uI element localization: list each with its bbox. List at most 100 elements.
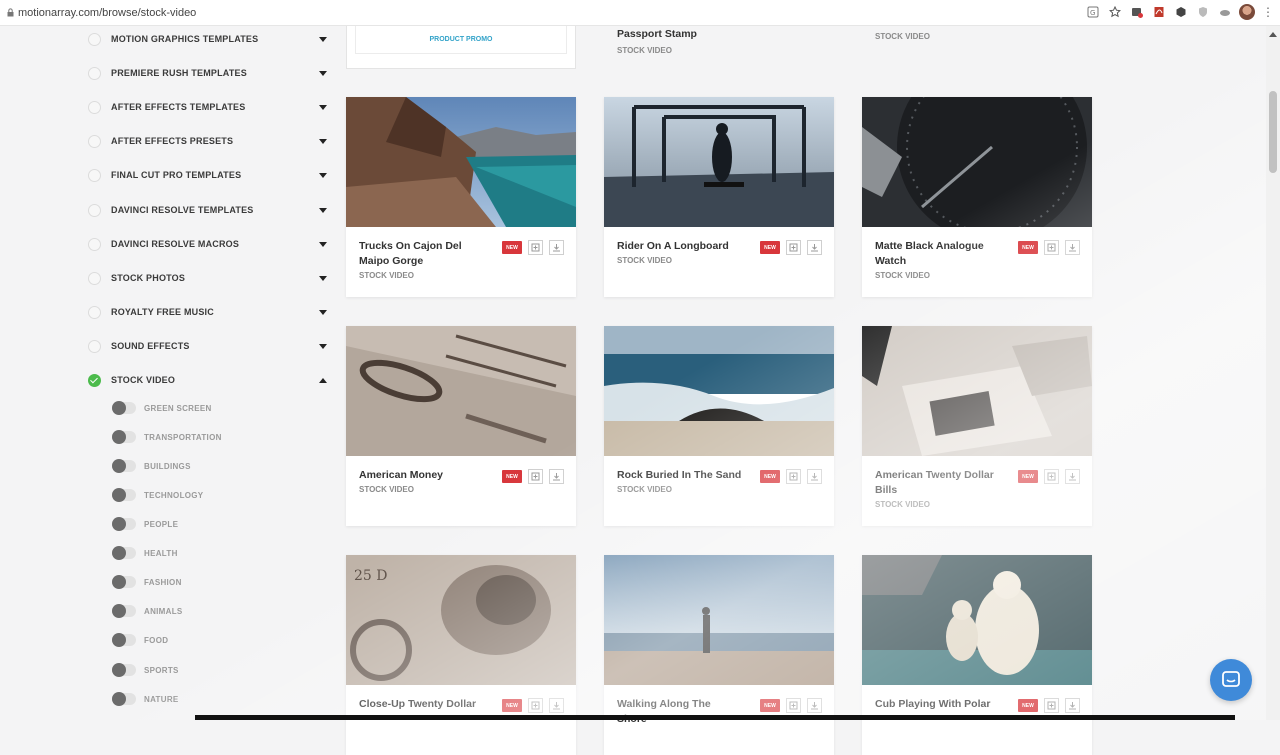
translate-icon[interactable]: G <box>1085 5 1100 20</box>
category-sound-effects[interactable]: SOUND EFFECTS <box>88 336 328 356</box>
toggle-switch[interactable] <box>112 604 136 618</box>
chevron-down-icon[interactable] <box>319 241 327 247</box>
card-title[interactable]: Cub Playing With Polar <box>875 697 1000 712</box>
video-thumbnail[interactable] <box>604 326 834 456</box>
category-radio[interactable] <box>88 203 101 217</box>
subcategory-health[interactable]: HEALTH <box>112 544 312 562</box>
toggle-switch[interactable] <box>112 488 136 502</box>
add-to-collection-button[interactable] <box>786 240 801 255</box>
add-to-collection-button[interactable] <box>528 469 543 484</box>
download-button[interactable] <box>549 469 564 484</box>
toggle-switch[interactable] <box>112 575 136 589</box>
download-button[interactable] <box>807 698 822 713</box>
download-button[interactable] <box>1065 469 1080 484</box>
video-card[interactable]: Cub Playing With Polar NEW <box>862 555 1092 755</box>
cube-icon[interactable] <box>1173 5 1188 20</box>
add-to-collection-button[interactable] <box>1044 240 1059 255</box>
category-stock-video[interactable]: STOCK VIDEO <box>88 370 328 390</box>
chevron-down-icon[interactable] <box>319 309 327 315</box>
video-card[interactable]: Matte Black Analogue Watch STOCK VIDEO N… <box>862 97 1092 297</box>
download-button[interactable] <box>807 469 822 484</box>
add-to-collection-button[interactable] <box>1044 698 1059 713</box>
category-radio[interactable] <box>88 237 101 251</box>
chevron-up-icon[interactable] <box>319 377 327 383</box>
card-title[interactable]: Rock Buried In The Sand <box>617 468 742 483</box>
download-button[interactable] <box>807 240 822 255</box>
toggle-switch[interactable] <box>112 401 136 415</box>
add-to-collection-button[interactable] <box>528 240 543 255</box>
toggle-switch[interactable] <box>112 430 136 444</box>
toggle-switch[interactable] <box>112 546 136 560</box>
download-button[interactable] <box>549 240 564 255</box>
category-premiere-rush-templates[interactable]: PREMIERE RUSH TEMPLATES <box>88 63 328 83</box>
video-card[interactable]: Walking Along The Shore NEW <box>604 555 834 755</box>
video-card[interactable]: Rider On A Longboard STOCK VIDEO NEW <box>604 97 834 297</box>
category-radio[interactable] <box>88 66 101 80</box>
video-card[interactable]: 25 D Close-Up Twenty Dollar NEW <box>346 555 576 755</box>
pdf-icon[interactable] <box>1151 5 1166 20</box>
card-title[interactable]: American Money <box>359 468 484 483</box>
subcategory-food[interactable]: FOOD <box>112 631 312 649</box>
card-title[interactable]: Passport Stamp <box>617 28 697 40</box>
chevron-down-icon[interactable] <box>319 343 327 349</box>
category-radio[interactable] <box>88 305 101 319</box>
scrollbar-thumb[interactable] <box>1269 91 1277 173</box>
video-thumbnail[interactable]: 25 D <box>346 555 576 685</box>
chevron-down-icon[interactable] <box>319 275 327 281</box>
profile-avatar[interactable] <box>1239 4 1255 20</box>
subcategory-technology[interactable]: TECHNOLOGY <box>112 486 312 504</box>
chevron-down-icon[interactable] <box>319 104 327 110</box>
video-card[interactable]: Trucks On Cajon Del Maipo Gorge STOCK VI… <box>346 97 576 297</box>
card-title[interactable]: Walking Along The Shore <box>617 697 742 727</box>
card-title[interactable]: Matte Black Analogue Watch <box>875 239 1000 269</box>
checkmark-icon[interactable] <box>88 373 101 387</box>
add-to-collection-button[interactable] <box>786 698 801 713</box>
category-radio[interactable] <box>88 339 101 353</box>
subcategory-sports[interactable]: SPORTS <box>112 661 312 679</box>
add-to-collection-button[interactable] <box>1044 469 1059 484</box>
url-text[interactable]: motionarray.com/browse/stock-video <box>18 7 196 19</box>
subcategory-animals[interactable]: ANIMALS <box>112 602 312 620</box>
toggle-switch[interactable] <box>112 517 136 531</box>
subcategory-fashion[interactable]: FASHION <box>112 573 312 591</box>
product-promo-card[interactable]: PRODUCT PROMO <box>346 26 576 69</box>
video-card[interactable]: Rock Buried In The Sand STOCK VIDEO NEW <box>604 326 834 526</box>
shield-icon[interactable] <box>1195 5 1210 20</box>
video-card[interactable]: American Twenty Dollar Bills STOCK VIDEO… <box>862 326 1092 526</box>
star-icon[interactable] <box>1107 5 1122 20</box>
chevron-down-icon[interactable] <box>319 138 327 144</box>
category-motion-graphics-templates[interactable]: MOTION GRAPHICS TEMPLATES <box>88 29 328 49</box>
subcategory-nature[interactable]: NATURE <box>112 690 312 708</box>
video-thumbnail[interactable] <box>862 555 1092 685</box>
category-royalty-free-music[interactable]: ROYALTY FREE MUSIC <box>88 302 328 322</box>
download-button[interactable] <box>1065 240 1080 255</box>
category-after-effects-templates[interactable]: AFTER EFFECTS TEMPLATES <box>88 97 328 117</box>
chevron-down-icon[interactable] <box>319 70 327 76</box>
subcategory-people[interactable]: PEOPLE <box>112 515 312 533</box>
video-thumbnail[interactable] <box>346 97 576 227</box>
category-davinci-resolve-macros[interactable]: DAVINCI RESOLVE MACROS <box>88 234 328 254</box>
add-to-collection-button[interactable] <box>786 469 801 484</box>
card-title[interactable]: Rider On A Longboard <box>617 239 742 254</box>
video-card[interactable]: American Money STOCK VIDEO NEW <box>346 326 576 526</box>
video-thumbnail[interactable] <box>862 97 1092 227</box>
card-title[interactable]: Trucks On Cajon Del Maipo Gorge <box>359 239 484 269</box>
video-thumbnail[interactable] <box>862 326 1092 456</box>
subcategory-transportation[interactable]: TRANSPORTATION <box>112 428 312 446</box>
cloud-icon[interactable] <box>1217 5 1232 20</box>
scroll-up-arrow-icon[interactable] <box>1269 32 1277 37</box>
category-radio[interactable] <box>88 134 101 148</box>
chevron-down-icon[interactable] <box>319 207 327 213</box>
category-stock-photos[interactable]: STOCK PHOTOS <box>88 268 328 288</box>
category-radio[interactable] <box>88 32 101 46</box>
category-after-effects-presets[interactable]: AFTER EFFECTS PRESETS <box>88 131 328 151</box>
product-promo-thumbnail[interactable]: PRODUCT PROMO <box>355 26 567 54</box>
category-radio[interactable] <box>88 168 101 182</box>
page-scrollbar[interactable] <box>1266 26 1280 720</box>
extension-badge-icon[interactable] <box>1129 5 1144 20</box>
download-button[interactable] <box>1065 698 1080 713</box>
toggle-switch[interactable] <box>112 663 136 677</box>
video-thumbnail[interactable] <box>346 326 576 456</box>
card-title[interactable]: Close-Up Twenty Dollar <box>359 697 484 712</box>
category-radio[interactable] <box>88 100 101 114</box>
